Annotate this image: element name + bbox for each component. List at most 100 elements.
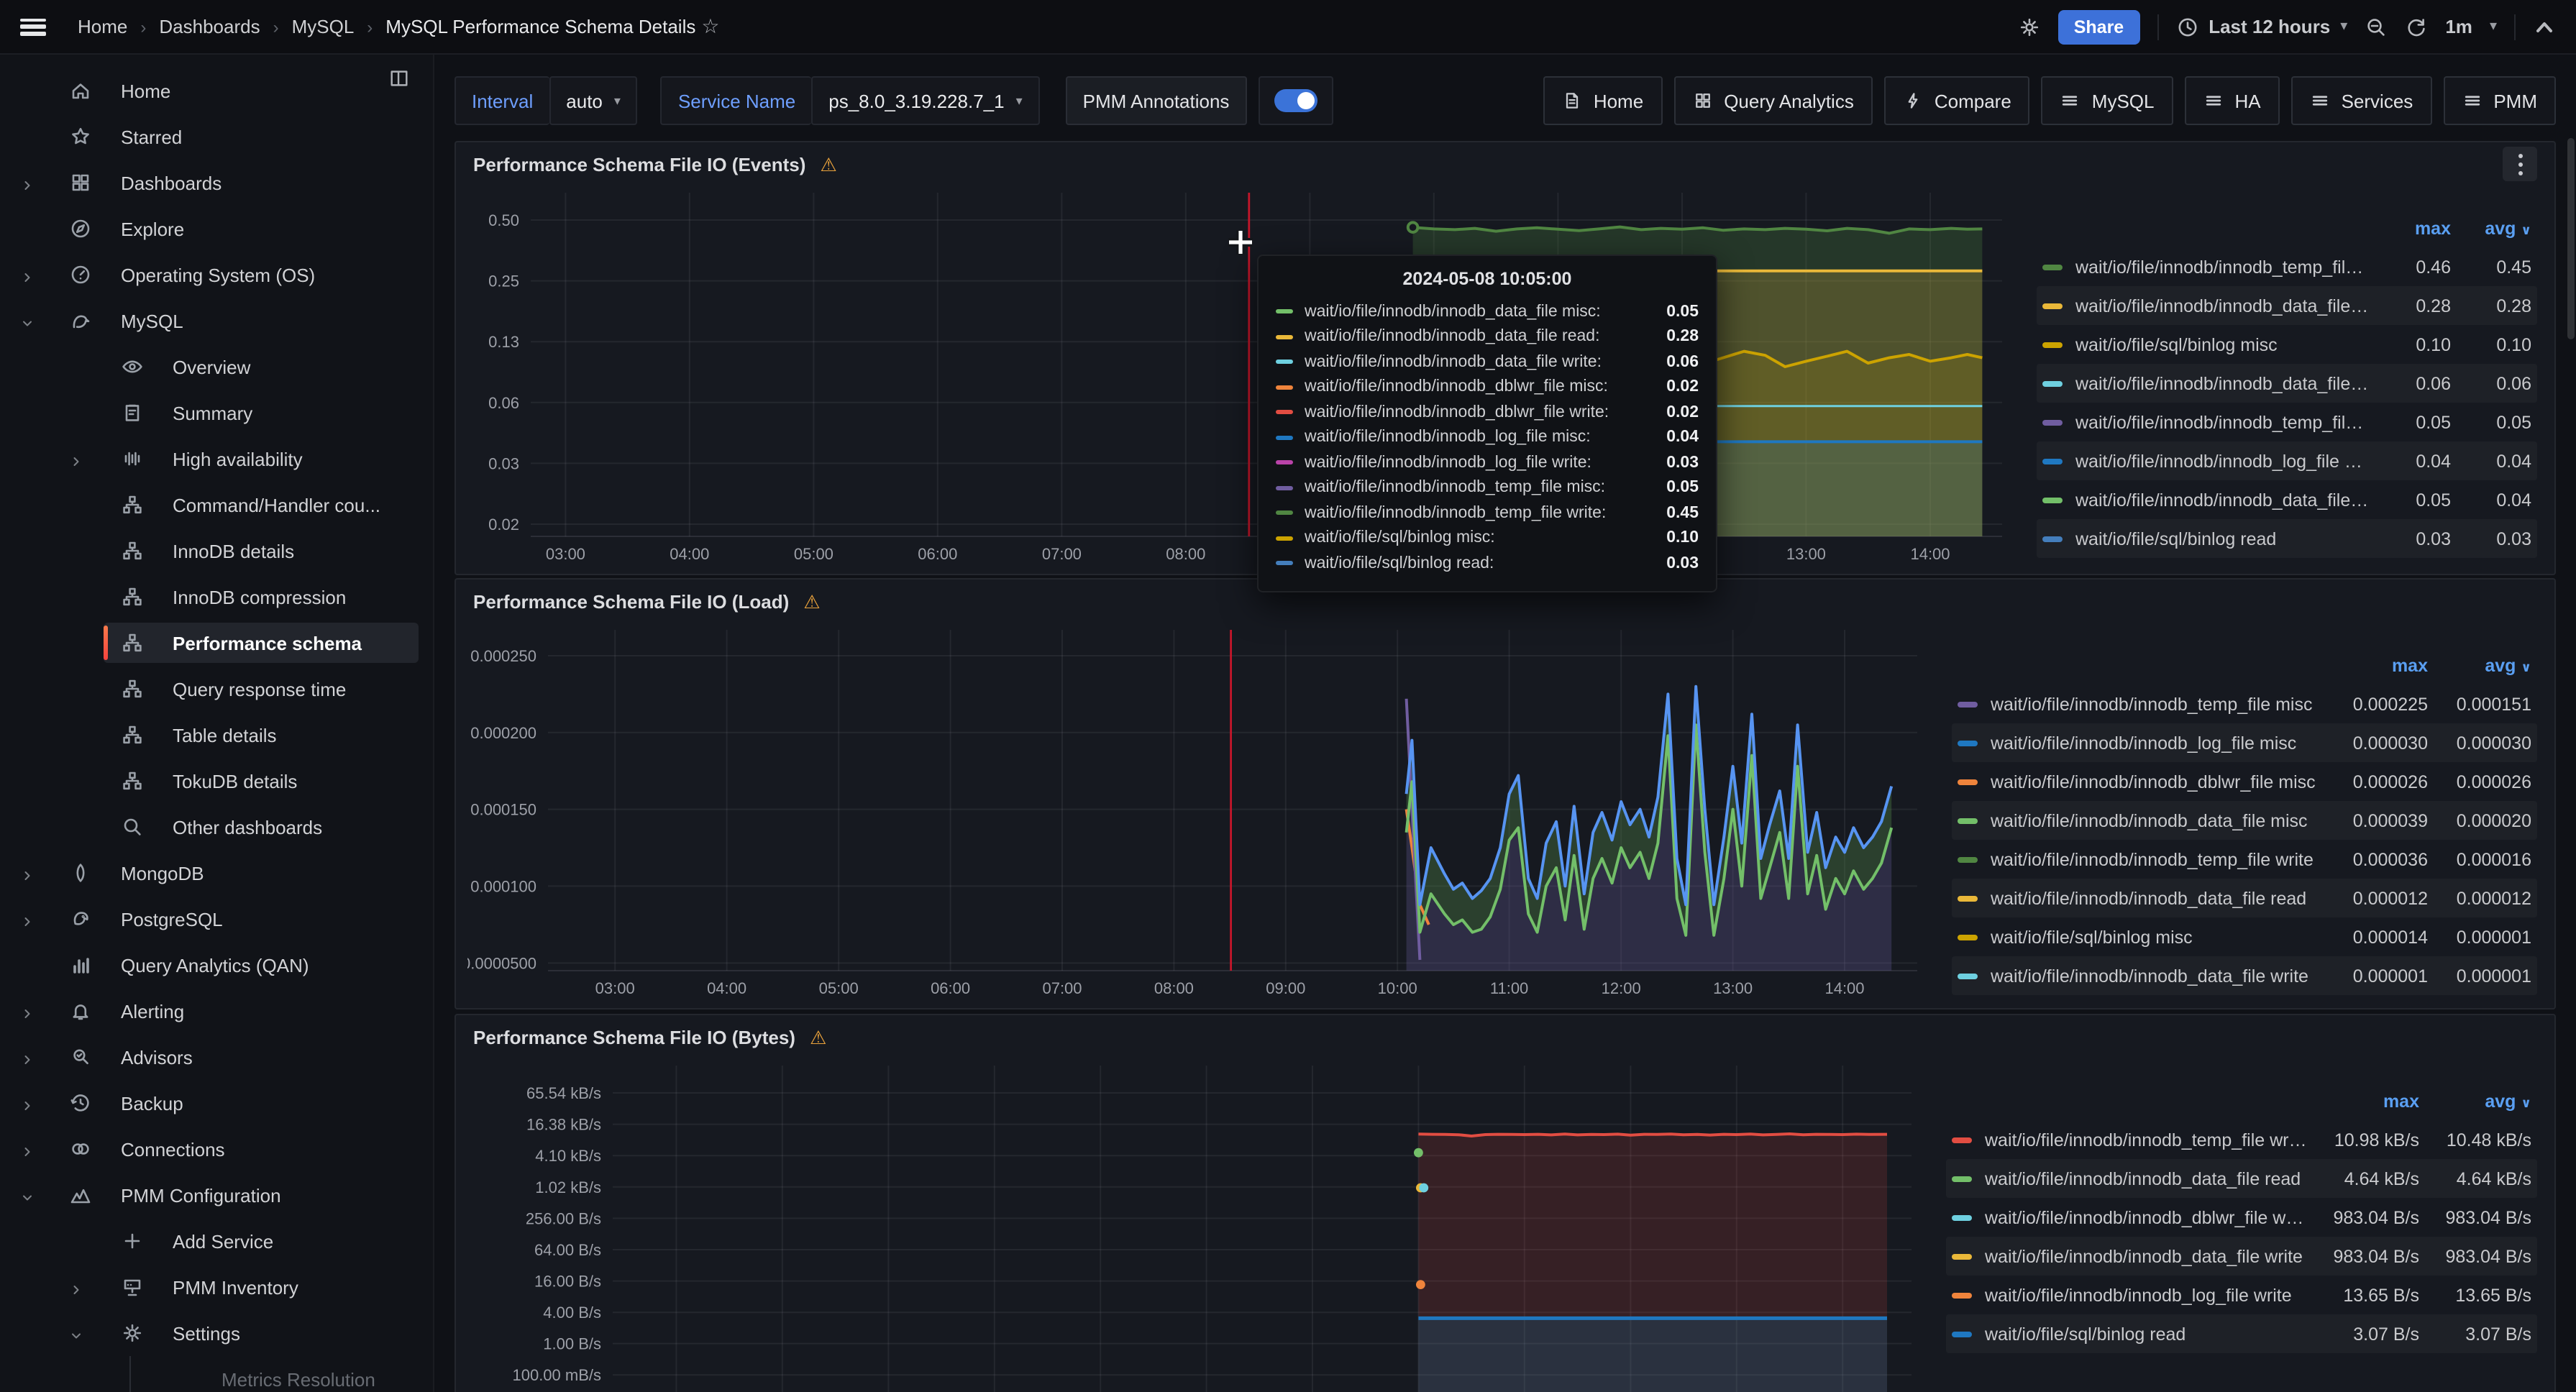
service-name-select[interactable]: ps_8.0_3.19.228.7_1▾ — [811, 76, 1039, 125]
series-name[interactable]: wait/io/file/innodb/innodb_temp_file mis… — [2075, 412, 2370, 432]
series-name[interactable]: wait/io/file/innodb/innodb_dblwr_file mi… — [1991, 771, 2324, 792]
chevron-down-icon[interactable] — [20, 313, 35, 328]
link-button-ha[interactable]: HA — [2184, 76, 2279, 125]
chevron-down-icon[interactable]: ▾ — [2490, 19, 2497, 35]
series-name[interactable]: wait/io/file/innodb/innodb_temp_file wri… — [1985, 1130, 2307, 1150]
sidebar-item-backup[interactable]: Backup — [0, 1080, 433, 1126]
chart-bytes[interactable]: 03:0004:0005:0006:0007:0008:0009:0010:00… — [467, 1061, 1920, 1392]
link-button-query-analytics[interactable]: Query Analytics — [1673, 76, 1873, 125]
sidebar-item-high-availability[interactable]: High availability — [0, 436, 433, 482]
breadcrumb-item[interactable]: MySQL Performance Schema Details — [385, 16, 695, 37]
chevron-down-icon[interactable] — [69, 1326, 83, 1340]
series-name[interactable]: wait/io/file/sql/binlog read — [1985, 1324, 2307, 1344]
panel-header[interactable]: Performance Schema File IO (Bytes) ⚠ — [456, 1015, 2554, 1058]
breadcrumb-item[interactable]: Home — [78, 16, 127, 37]
link-button-home[interactable]: Home — [1543, 76, 1662, 125]
pmm-annotations-toggle[interactable] — [1258, 76, 1333, 125]
sidebar-item-summary[interactable]: Summary — [0, 390, 433, 436]
sidebar-item-query-analytics-qan[interactable]: Query Analytics (QAN) — [0, 942, 433, 988]
sidebar-item-metrics-resolution[interactable]: Metrics Resolution — [0, 1356, 433, 1392]
series-name[interactable]: wait/io/file/innodb/innodb_log_file misc — [2075, 451, 2370, 471]
series-name[interactable]: wait/io/file/innodb/innodb_temp_file mis… — [1991, 694, 2324, 714]
legend-sort-avg[interactable]: avg ∨ — [2419, 1091, 2531, 1111]
sidebar-item-settings[interactable]: Settings — [0, 1310, 433, 1356]
breadcrumb-item[interactable]: MySQL — [292, 16, 355, 37]
sidebar-item-query-response-time[interactable]: Query response time — [0, 666, 433, 712]
sidebar-item-other-dashboards[interactable]: Other dashboards — [0, 804, 433, 850]
sidebar-item-postgresql[interactable]: PostgreSQL — [0, 896, 433, 942]
sidebar-item-performance-schema[interactable]: Performance schema — [0, 620, 433, 666]
chevron-right-icon[interactable] — [20, 1004, 35, 1018]
breadcrumb-item[interactable]: Dashboards — [159, 16, 260, 37]
series-name[interactable]: wait/io/file/sql/binlog misc — [1991, 927, 2324, 947]
series-name[interactable]: wait/io/file/innodb/innodb_data_file rea… — [1985, 1168, 2307, 1189]
chevron-right-icon[interactable] — [69, 1280, 83, 1294]
chevron-right-icon[interactable] — [69, 452, 83, 466]
chevron-right-icon[interactable] — [20, 267, 35, 282]
sidebar-item-command-handler-cou[interactable]: Command/Handler cou... — [0, 482, 433, 528]
sidebar-item-pmm-inventory[interactable]: PMM Inventory — [0, 1264, 433, 1310]
sidebar-item-mongodb[interactable]: MongoDB — [0, 850, 433, 896]
series-name[interactable]: wait/io/file/innodb/innodb_log_file misc — [1991, 733, 2324, 753]
link-button-mysql[interactable]: MySQL — [2042, 76, 2173, 125]
legend-sort-max[interactable]: max — [2324, 655, 2428, 675]
panel-warning-icon[interactable]: ⚠ — [810, 1027, 826, 1046]
chevron-right-icon[interactable] — [20, 866, 35, 880]
series-name[interactable]: wait/io/file/innodb/innodb_log_file writ… — [1985, 1285, 2307, 1305]
sidebar-item-mysql[interactable]: MySQL — [0, 298, 433, 344]
sidebar-item-table-details[interactable]: Table details — [0, 712, 433, 758]
chevron-right-icon[interactable] — [20, 1096, 35, 1110]
share-button[interactable]: Share — [2058, 9, 2140, 44]
chevron-right-icon[interactable] — [20, 912, 35, 926]
series-name[interactable]: wait/io/file/innodb/innodb_data_file mis… — [1991, 810, 2324, 830]
time-range-picker[interactable]: Last 12 hours ▾ — [2175, 15, 2347, 38]
panel-menu-icon[interactable] — [2503, 147, 2537, 181]
legend-sort-max[interactable]: max — [2370, 218, 2451, 238]
chevron-right-icon[interactable] — [20, 1050, 35, 1064]
sidebar-item-explore[interactable]: Explore — [0, 206, 433, 252]
link-button-compare[interactable]: Compare — [1884, 76, 2030, 125]
panel-warning-icon[interactable]: ⚠ — [820, 155, 836, 173]
refresh-icon[interactable] — [2405, 15, 2428, 38]
chart-load[interactable]: 03:0004:0005:0006:0007:0008:0009:0010:00… — [467, 626, 1926, 1005]
series-name[interactable]: wait/io/file/innodb/innodb_data_file rea… — [2075, 296, 2370, 316]
legend-sort-avg[interactable]: avg ∨ — [2451, 218, 2531, 238]
sidebar-item-add-service[interactable]: Add Service — [0, 1218, 433, 1264]
series-name[interactable]: wait/io/file/innodb/innodb_data_file wri… — [1985, 1246, 2307, 1266]
series-name[interactable]: wait/io/file/sql/binlog read — [2075, 528, 2370, 549]
zoom-out-icon[interactable] — [2365, 15, 2388, 38]
link-button-services[interactable]: Services — [2291, 76, 2432, 125]
sidebar-item-operating-system-os[interactable]: Operating System (OS) — [0, 252, 433, 298]
sidebar-item-alerting[interactable]: Alerting — [0, 988, 433, 1034]
legend-sort-max[interactable]: max — [2307, 1091, 2419, 1111]
interval-select[interactable]: auto▾ — [549, 76, 638, 125]
series-name[interactable]: wait/io/file/innodb/innodb_data_file mis… — [2075, 490, 2370, 510]
chevron-right-icon[interactable] — [20, 175, 35, 190]
series-name[interactable]: wait/io/file/sql/binlog misc — [2075, 334, 2370, 354]
series-name[interactable]: wait/io/file/innodb/innodb_data_file wri… — [2075, 373, 2370, 393]
sidebar-item-home[interactable]: Home — [0, 68, 433, 114]
panel-warning-icon[interactable]: ⚠ — [803, 592, 820, 610]
scrollbar-thumb[interactable] — [2567, 138, 2575, 339]
sidebar-item-starred[interactable]: Starred — [0, 114, 433, 160]
sidebar-item-overview[interactable]: Overview — [0, 344, 433, 390]
series-name[interactable]: wait/io/file/innodb/innodb_dblwr_file wr… — [1985, 1207, 2307, 1227]
favorite-star-icon[interactable]: ☆ — [701, 14, 719, 39]
sidebar-item-innodb-compression[interactable]: InnoDB compression — [0, 574, 433, 620]
dashboard-settings-icon[interactable] — [2018, 15, 2041, 38]
refresh-interval[interactable]: 1m — [2445, 16, 2472, 37]
collapse-header-icon[interactable] — [2533, 15, 2556, 38]
link-button-pmm[interactable]: PMM — [2443, 76, 2556, 125]
chevron-right-icon[interactable] — [20, 1142, 35, 1156]
series-name[interactable]: wait/io/file/innodb/innodb_temp_file wri… — [1991, 849, 2324, 869]
legend-sort-avg[interactable]: avg ∨ — [2428, 655, 2531, 675]
sidebar-item-tokudb-details[interactable]: TokuDB details — [0, 758, 433, 804]
series-name[interactable]: wait/io/file/innodb/innodb_data_file wri… — [1991, 966, 2324, 986]
panel-header[interactable]: Performance Schema File IO (Events) ⚠ — [456, 142, 2554, 186]
sidebar-item-advisors[interactable]: Advisors — [0, 1034, 433, 1080]
menu-icon[interactable] — [20, 18, 46, 35]
sidebar-item-connections[interactable]: Connections — [0, 1126, 433, 1172]
sidebar-item-dashboards[interactable]: Dashboards — [0, 160, 433, 206]
chevron-down-icon[interactable] — [20, 1188, 35, 1202]
sidebar-item-innodb-details[interactable]: InnoDB details — [0, 528, 433, 574]
